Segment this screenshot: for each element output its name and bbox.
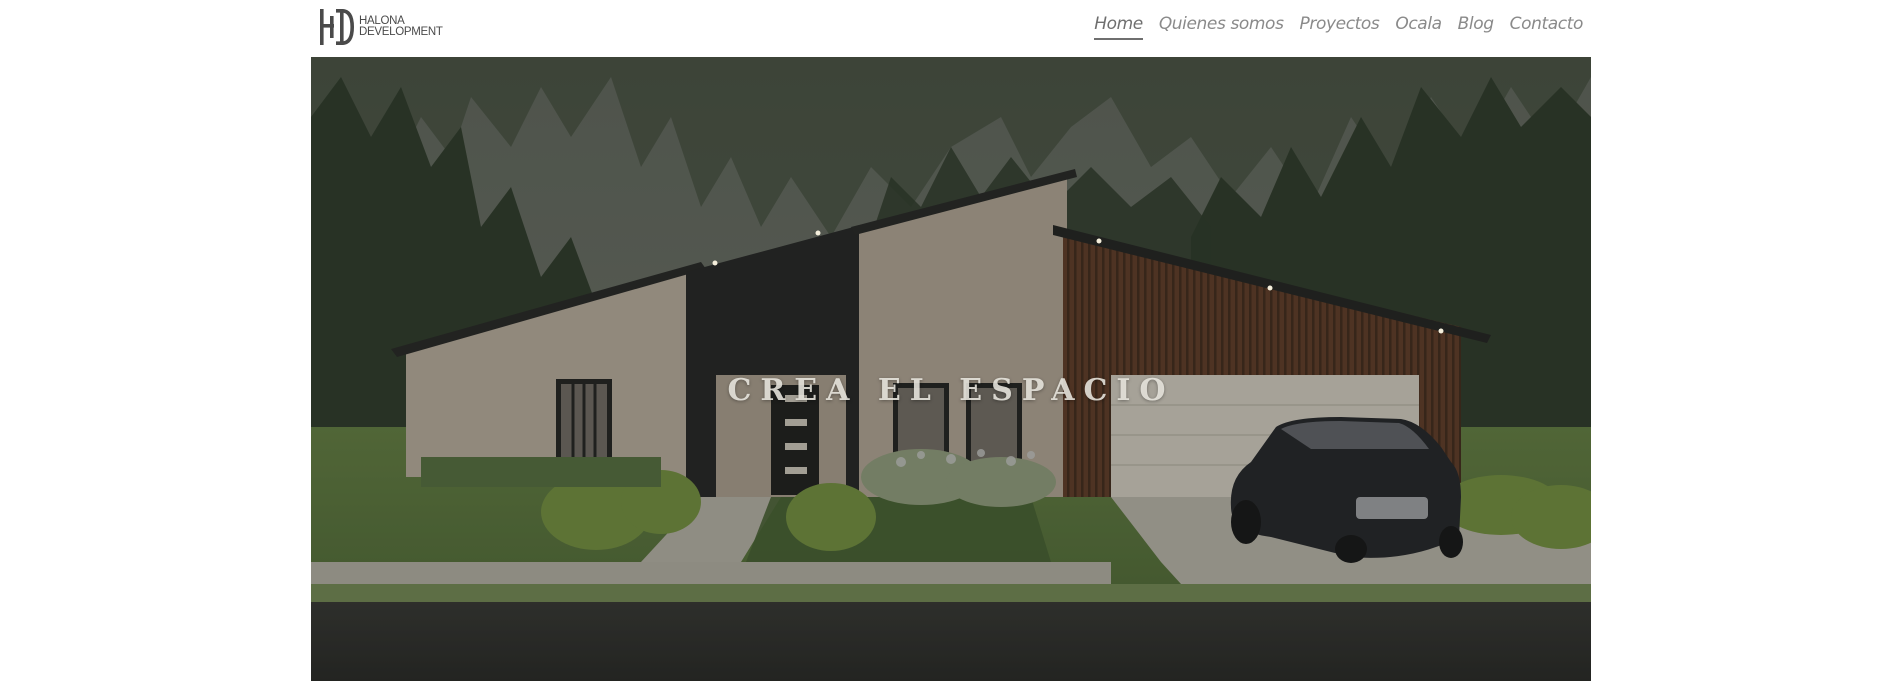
main-nav: Home Quienes somos Proyectos Ocala Blog … [1094, 14, 1583, 40]
nav-item-proyectos[interactable]: Proyectos [1300, 14, 1380, 40]
site-header: HALONA DEVELOPMENT Home Quienes somos Pr… [311, 0, 1591, 57]
page: HALONA DEVELOPMENT Home Quienes somos Pr… [0, 0, 1901, 681]
nav-item-quienes-somos[interactable]: Quienes somos [1159, 14, 1284, 40]
hero-section: CREA EL ESPACIO [311, 57, 1591, 681]
nav-item-blog[interactable]: Blog [1458, 14, 1494, 40]
nav-item-home[interactable]: Home [1094, 14, 1143, 40]
logo-mark-icon [320, 9, 354, 45]
hero-title: CREA EL ESPACIO [727, 373, 1175, 409]
nav-item-contacto[interactable]: Contacto [1510, 14, 1584, 40]
logo[interactable]: HALONA DEVELOPMENT [318, 8, 443, 46]
logo-line-2: DEVELOPMENT [359, 26, 443, 38]
logo-wordmark: HALONA DEVELOPMENT [359, 15, 443, 38]
nav-item-ocala[interactable]: Ocala [1395, 14, 1442, 40]
hero-image [311, 57, 1591, 681]
